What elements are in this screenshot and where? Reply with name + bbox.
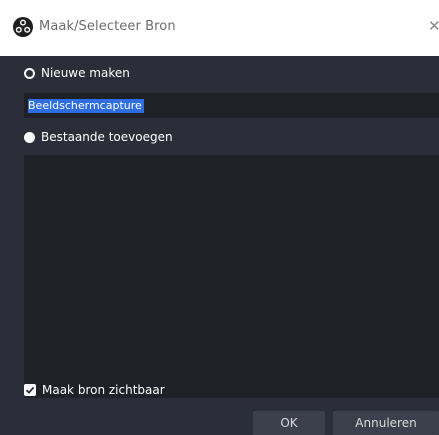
title-bar[interactable]: Maak/Selecteer Bron ✕	[0, 0, 439, 56]
source-name-value: Beeldschermcapture	[28, 99, 144, 113]
ok-button[interactable]: OK	[253, 411, 325, 435]
add-existing-radio[interactable]	[24, 131, 35, 143]
cancel-button[interactable]: Annuleren	[333, 411, 439, 435]
source-name-input[interactable]: Beeldschermcapture	[24, 93, 439, 118]
make-visible-checkbox[interactable]	[24, 384, 36, 396]
create-new-option[interactable]: Nieuwe maken	[24, 64, 130, 82]
close-icon[interactable]: ✕	[428, 16, 439, 36]
add-existing-label: Bestaande toevoegen	[41, 130, 173, 144]
existing-sources-list[interactable]	[24, 155, 439, 398]
checkmark-icon	[25, 386, 35, 394]
make-visible-option[interactable]: Maak bron zichtbaar	[24, 382, 165, 398]
window-title: Maak/Selecteer Bron	[39, 19, 176, 34]
add-existing-option[interactable]: Bestaande toevoegen	[24, 128, 173, 146]
make-visible-label: Maak bron zichtbaar	[42, 383, 165, 397]
create-new-label: Nieuwe maken	[41, 66, 130, 80]
dialog-body: Nieuwe maken Beeldschermcapture Bestaand…	[0, 56, 439, 435]
create-new-radio[interactable]	[24, 67, 35, 79]
create-select-source-dialog: Maak/Selecteer Bron ✕ Nieuwe maken Beeld…	[0, 0, 439, 435]
obs-logo-icon	[13, 17, 33, 37]
